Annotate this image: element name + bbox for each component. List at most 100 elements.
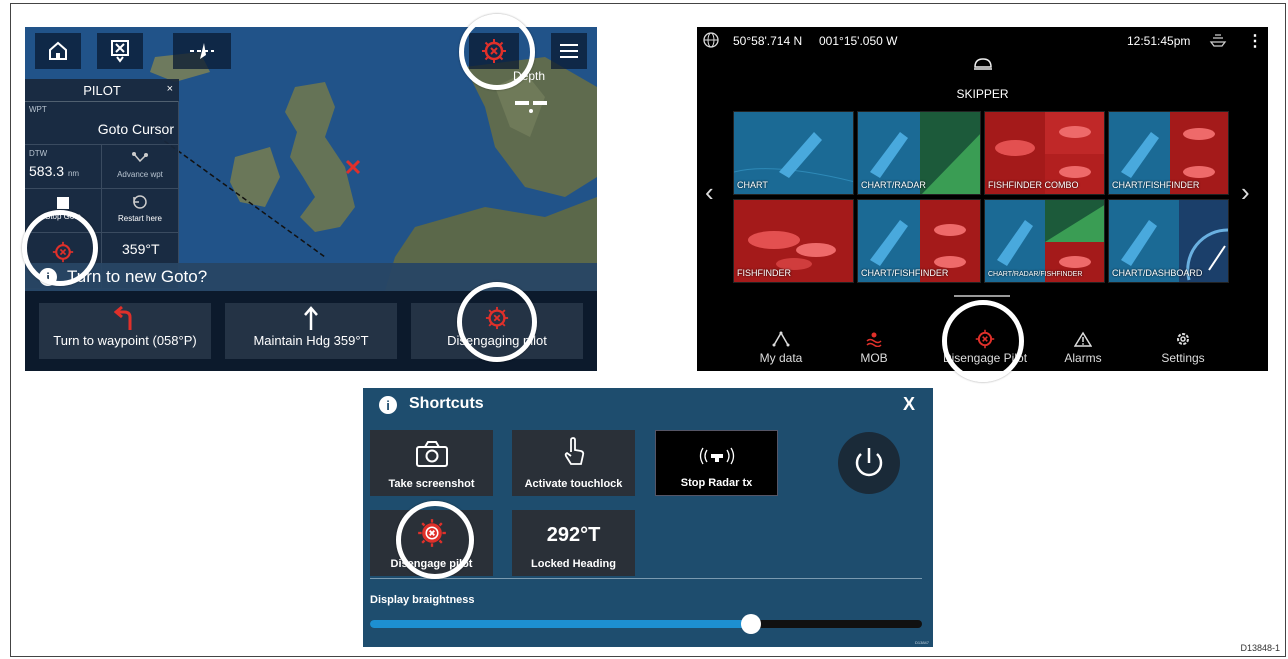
settings-button[interactable]: Settings xyxy=(1148,327,1218,365)
disengage-pilot-button[interactable]: Disengage Pilot xyxy=(930,327,1040,365)
mob-icon xyxy=(866,332,882,347)
my-data-label: My data xyxy=(759,351,803,365)
latitude: 50°58'.714 N xyxy=(733,34,803,48)
image-code: D13847 xyxy=(914,640,929,645)
maintain-heading-label: Maintain Hdg 359°T xyxy=(253,333,369,348)
app-tile-chart-dashboard[interactable]: CHART/DASHBOARD xyxy=(1108,199,1229,283)
my-data-button[interactable]: My data xyxy=(746,327,816,365)
disengaging-pilot-button[interactable]: Disengaging pilot xyxy=(411,303,583,359)
tile-label: CHART xyxy=(737,180,768,190)
stop-goto-button[interactable]: Stop Goto xyxy=(25,189,102,233)
advance-wpt-button[interactable]: Advance wpt xyxy=(102,145,179,189)
stop-goto-label: Stop Goto xyxy=(44,212,82,221)
turn-prompt-bar: i Turn to new Goto? xyxy=(25,263,597,291)
power-button[interactable] xyxy=(838,432,900,494)
app-tile-fishfinder-combo[interactable]: FISHFINDER COMBO xyxy=(984,111,1105,195)
app-tile-chart-radar-fishfinder[interactable]: CHART/RADAR/FISHFINDER xyxy=(984,199,1105,283)
mob-button[interactable]: MOB xyxy=(839,327,909,365)
app-tile-chart-fishfinder-2[interactable]: CHART/FISHFINDER xyxy=(857,199,981,283)
page-indicator xyxy=(954,295,1010,297)
app-tile-chart-radar[interactable]: CHART/RADAR xyxy=(857,111,981,195)
advance-wpt-label: Advance wpt xyxy=(117,170,163,179)
info-icon: i xyxy=(379,396,397,414)
home-icon xyxy=(49,41,67,60)
alarms-button[interactable]: Alarms xyxy=(1048,327,1118,365)
maintain-heading-button[interactable]: Maintain Hdg 359°T xyxy=(225,303,397,359)
disengage-pilot-label: Disengage pilot xyxy=(390,558,473,570)
locked-heading-button[interactable]: 292°T Locked Heading xyxy=(512,510,635,576)
dtw-value: 583.3 xyxy=(29,163,65,179)
longitude: 001°15'.050 W xyxy=(819,34,898,48)
home-screen: 50°58'.714 N 001°15'.050 W 12:51:45pm ⋮ … xyxy=(697,27,1268,371)
next-page-button[interactable]: › xyxy=(1241,177,1250,208)
more-options-icon[interactable]: ⋮ xyxy=(1247,31,1263,51)
app-tile-fishfinder[interactable]: FISHFINDER xyxy=(733,199,854,283)
find-ship-button[interactable] xyxy=(173,33,231,69)
pilot-wheel-icon xyxy=(485,306,509,330)
waypoint-button[interactable] xyxy=(97,33,143,69)
my-data-icon xyxy=(772,331,790,347)
dialog-title: Shortcuts xyxy=(409,395,484,412)
tile-label: FISHFINDER xyxy=(737,268,791,278)
restart-icon xyxy=(133,195,147,209)
pilot-header: PILOT × xyxy=(25,79,179,102)
camera-icon xyxy=(415,441,448,467)
stop-radar-tx-button[interactable]: Stop Radar tx xyxy=(655,430,778,496)
disengage-pilot-label: Disengage Pilot xyxy=(942,351,1028,365)
pilot-status-button[interactable] xyxy=(469,33,519,69)
tile-label: CHART/FISHFINDER xyxy=(861,268,949,278)
brightness-slider-thumb[interactable] xyxy=(740,614,761,634)
waypoint-icon xyxy=(111,40,129,63)
touch-hand-icon xyxy=(564,437,584,465)
dtw-cell: DTW 583.3 nm xyxy=(25,145,102,189)
disengage-pilot-shortcut[interactable]: Disengage pilot xyxy=(370,510,493,576)
profile-name[interactable]: SKIPPER xyxy=(697,87,1268,101)
pilot-wheel-icon xyxy=(52,241,74,263)
shortcuts-dialog: i Shortcuts X Take screenshot Activate t… xyxy=(363,388,933,647)
tile-label: FISHFINDER COMBO xyxy=(988,180,1079,190)
tile-label: CHART/FISHFINDER xyxy=(1112,180,1200,190)
turn-arrow-icon xyxy=(114,305,132,330)
tile-label: CHART/DASHBOARD xyxy=(1112,268,1203,278)
stop-radar-tx-label: Stop Radar tx xyxy=(680,477,753,489)
brightness-label: Display braightness xyxy=(370,594,475,606)
home-button[interactable] xyxy=(35,33,81,69)
pilot-wheel-icon xyxy=(975,329,995,349)
pilot-sidebar: PILOT × WPT Goto Cursor DTW 583.3 nm Adv… xyxy=(25,79,179,289)
locked-heading-value: 292°T xyxy=(546,524,601,546)
turn-to-waypoint-label: Turn to waypoint (058°P) xyxy=(53,333,197,348)
disengaging-pilot-label: Disengaging pilot xyxy=(447,333,547,348)
pilot-wheel-icon xyxy=(482,39,506,63)
pilot-action-bar: Turn to waypoint (058°P) Maintain Hdg 35… xyxy=(25,291,597,371)
app-tile-chart-fishfinder[interactable]: CHART/FISHFINDER xyxy=(1108,111,1229,195)
pilot-wheel-icon xyxy=(417,519,446,547)
activate-touchlock-label: Activate touchlock xyxy=(524,478,623,490)
pilot-title: PILOT xyxy=(83,82,121,98)
stop-icon xyxy=(57,197,69,209)
take-screenshot-button[interactable]: Take screenshot xyxy=(370,430,493,496)
pilot-close-button[interactable]: × xyxy=(167,83,173,95)
dtw-unit: nm xyxy=(67,169,80,178)
wpt-value: Goto Cursor xyxy=(97,121,174,137)
brightness-slider[interactable] xyxy=(370,614,922,634)
skipper-cap-icon xyxy=(974,58,992,70)
app-tile-chart[interactable]: CHART xyxy=(733,111,854,195)
turn-to-waypoint-button[interactable]: Turn to waypoint (058°P) xyxy=(39,303,211,359)
restart-here-button[interactable]: Restart here xyxy=(102,189,179,233)
boat-status-icon xyxy=(1209,34,1227,47)
restart-here-label: Restart here xyxy=(117,214,163,223)
power-icon xyxy=(855,448,883,477)
radar-transmit-icon xyxy=(699,447,734,465)
tile-label: CHART/RADAR/FISHFINDER xyxy=(988,271,1083,278)
turn-prompt-text: Turn to new Goto? xyxy=(67,267,208,286)
prev-page-button[interactable]: ‹ xyxy=(705,177,714,208)
tile-label: CHART/RADAR xyxy=(861,180,926,190)
brightness-slider-fill xyxy=(370,620,751,628)
close-button[interactable]: X xyxy=(903,394,915,415)
menu-button[interactable] xyxy=(551,33,587,69)
alarms-label: Alarms xyxy=(1064,351,1102,365)
dtw-label: DTW xyxy=(29,149,48,158)
activate-touchlock-button[interactable]: Activate touchlock xyxy=(512,430,635,496)
globe-icon xyxy=(703,32,719,48)
clock: 12:51:45pm xyxy=(1127,34,1191,48)
